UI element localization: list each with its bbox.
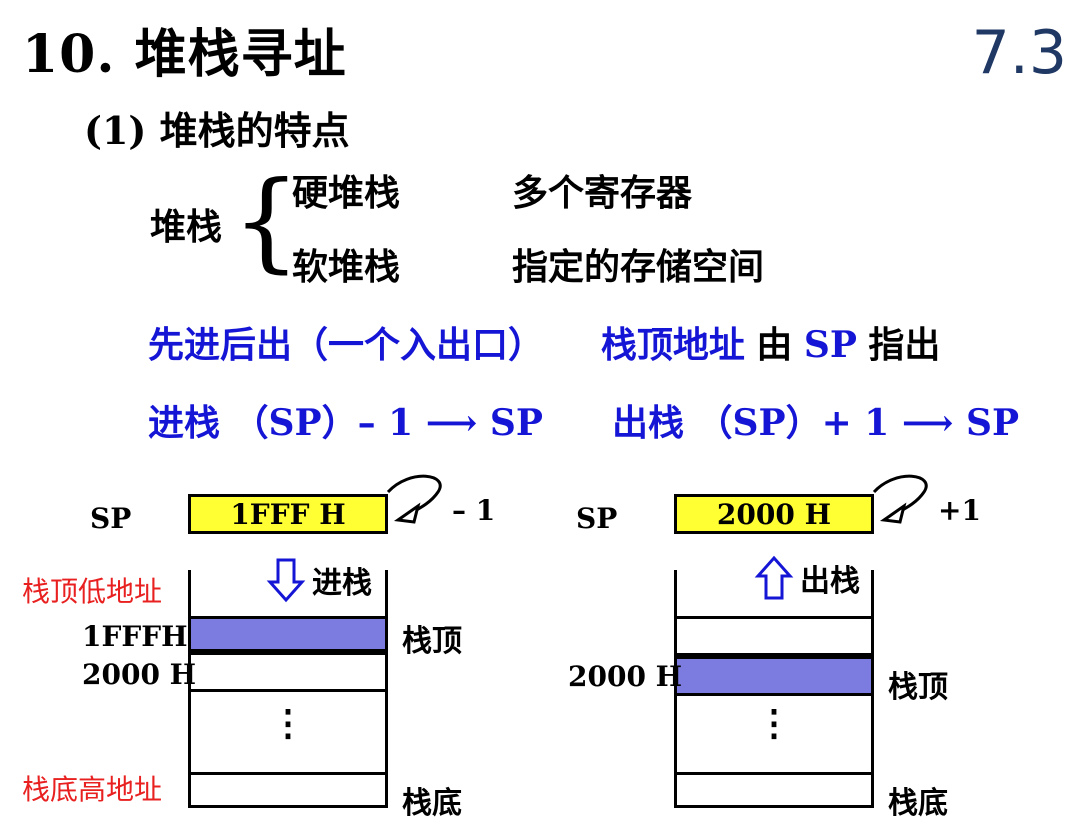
right-stack-top-cell [674, 656, 874, 696]
left-sp-register: 1FFF H [188, 494, 388, 534]
right-bottom-label: 栈底 [888, 786, 948, 821]
top-low-address-label: 栈顶低地址 [22, 575, 163, 608]
by-text: 由 [756, 324, 793, 366]
left-operation: 进栈 [312, 566, 372, 601]
left-top-label: 栈顶 [402, 624, 462, 659]
left-sp-label: SP [90, 502, 132, 535]
points-text: 指出 [868, 324, 941, 366]
pop-formula: 出栈 （SP）+ 1 ⟶ SP [612, 402, 1020, 444]
lifo-line: 先进后出（一个入出口） 栈顶地址 由 SP 指出 [148, 316, 940, 368]
left-addr-1fffh: 1FFFH [82, 620, 188, 653]
right-top-label: 栈顶 [888, 670, 948, 705]
push-formula: 进栈 （SP）– 1 ⟶ SP [148, 402, 543, 444]
right-stack-cell [674, 616, 874, 656]
top-address-text: 栈顶地址 [600, 324, 745, 366]
right-stack-bottom-cell [674, 772, 874, 808]
hard-stack-name: 硬堆栈 [292, 172, 401, 214]
left-down-arrow-icon [266, 558, 306, 603]
left-addr-2000h: 2000 H [82, 658, 197, 691]
left-stack-bottom-cell [188, 772, 388, 808]
subtitle: (1) 堆栈的特点 [84, 108, 350, 153]
soft-stack-desc: 指定的存储空间 [512, 246, 765, 288]
soft-stack-name: 软堆栈 [292, 246, 401, 288]
stack-label: 堆栈 [150, 206, 223, 248]
right-operation: 出栈 [800, 564, 860, 599]
left-stack-cell [188, 652, 388, 692]
hard-stack-desc: 多个寄存器 [512, 172, 693, 214]
sp-text: SP [803, 324, 857, 366]
lifo-text: 先进后出（一个入出口） [148, 324, 545, 366]
right-delta: +1 [938, 494, 981, 527]
right-up-arrow-icon [754, 555, 794, 600]
left-bottom-label: 栈底 [402, 786, 462, 821]
right-sp-label: SP [576, 502, 618, 535]
left-delta: – 1 [452, 494, 496, 527]
bottom-high-address-label: 栈底高地址 [22, 773, 163, 806]
right-ellipsis: ⋮ [756, 702, 792, 744]
page-title: 10. 堆栈寻址 [22, 24, 347, 85]
brace-icon: { [232, 159, 301, 284]
section-number: 7.3 [971, 18, 1067, 88]
right-sp-register: 2000 H [674, 494, 874, 534]
right-addr-2000h: 2000 H [568, 660, 683, 693]
left-stack-top-cell [188, 616, 388, 652]
left-ellipsis: ⋮ [270, 702, 306, 744]
